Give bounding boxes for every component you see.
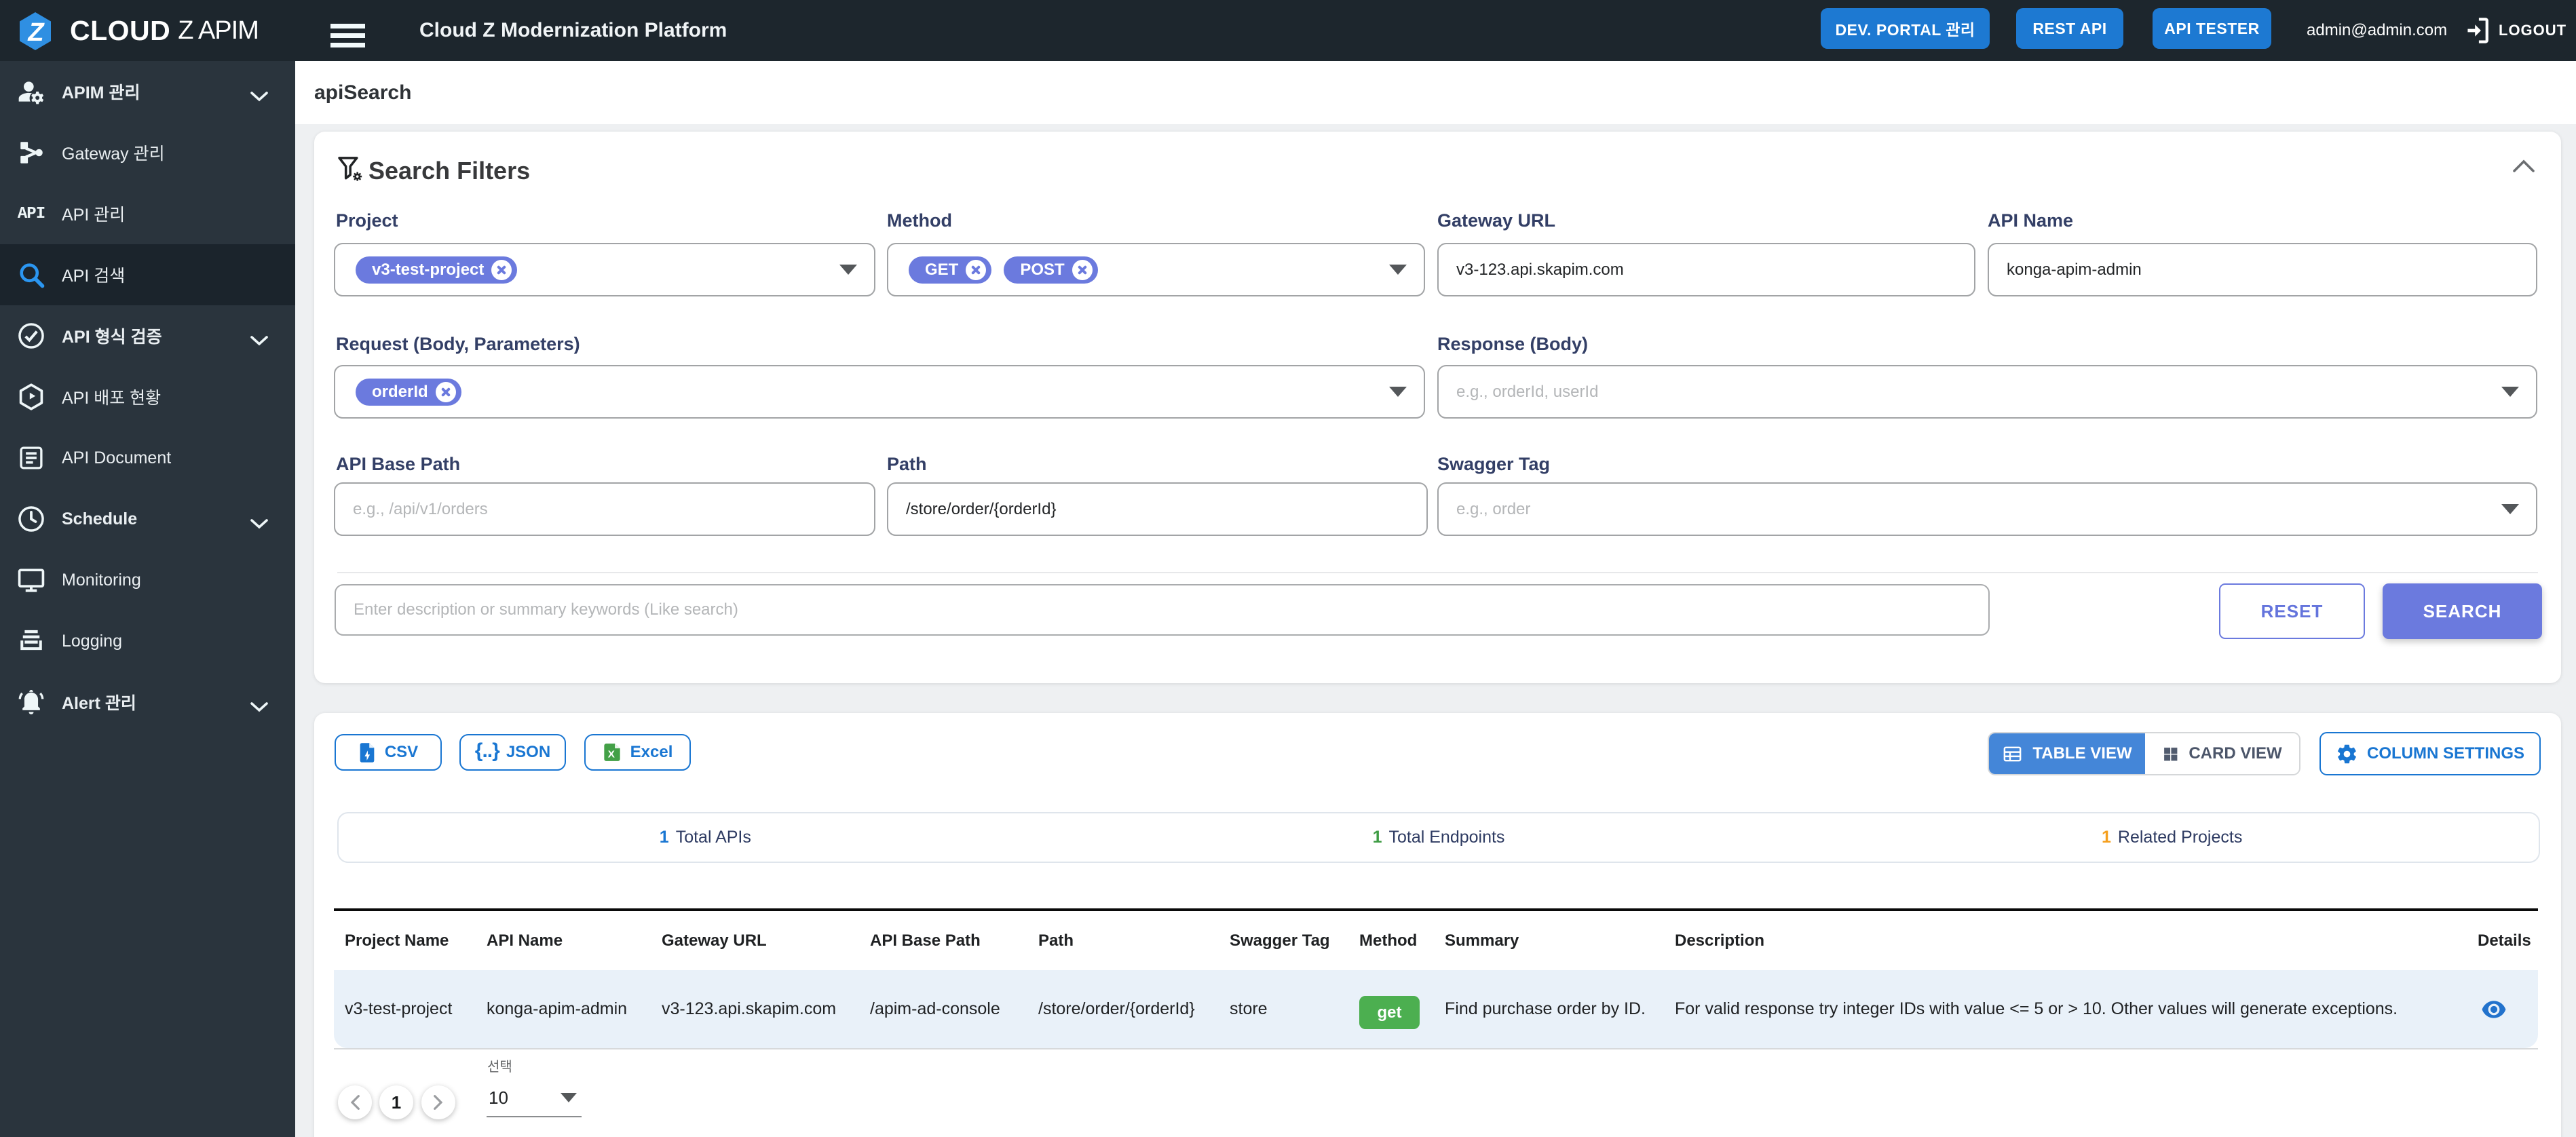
svg-text:Z: Z	[27, 18, 45, 47]
svg-text:X: X	[607, 749, 614, 760]
